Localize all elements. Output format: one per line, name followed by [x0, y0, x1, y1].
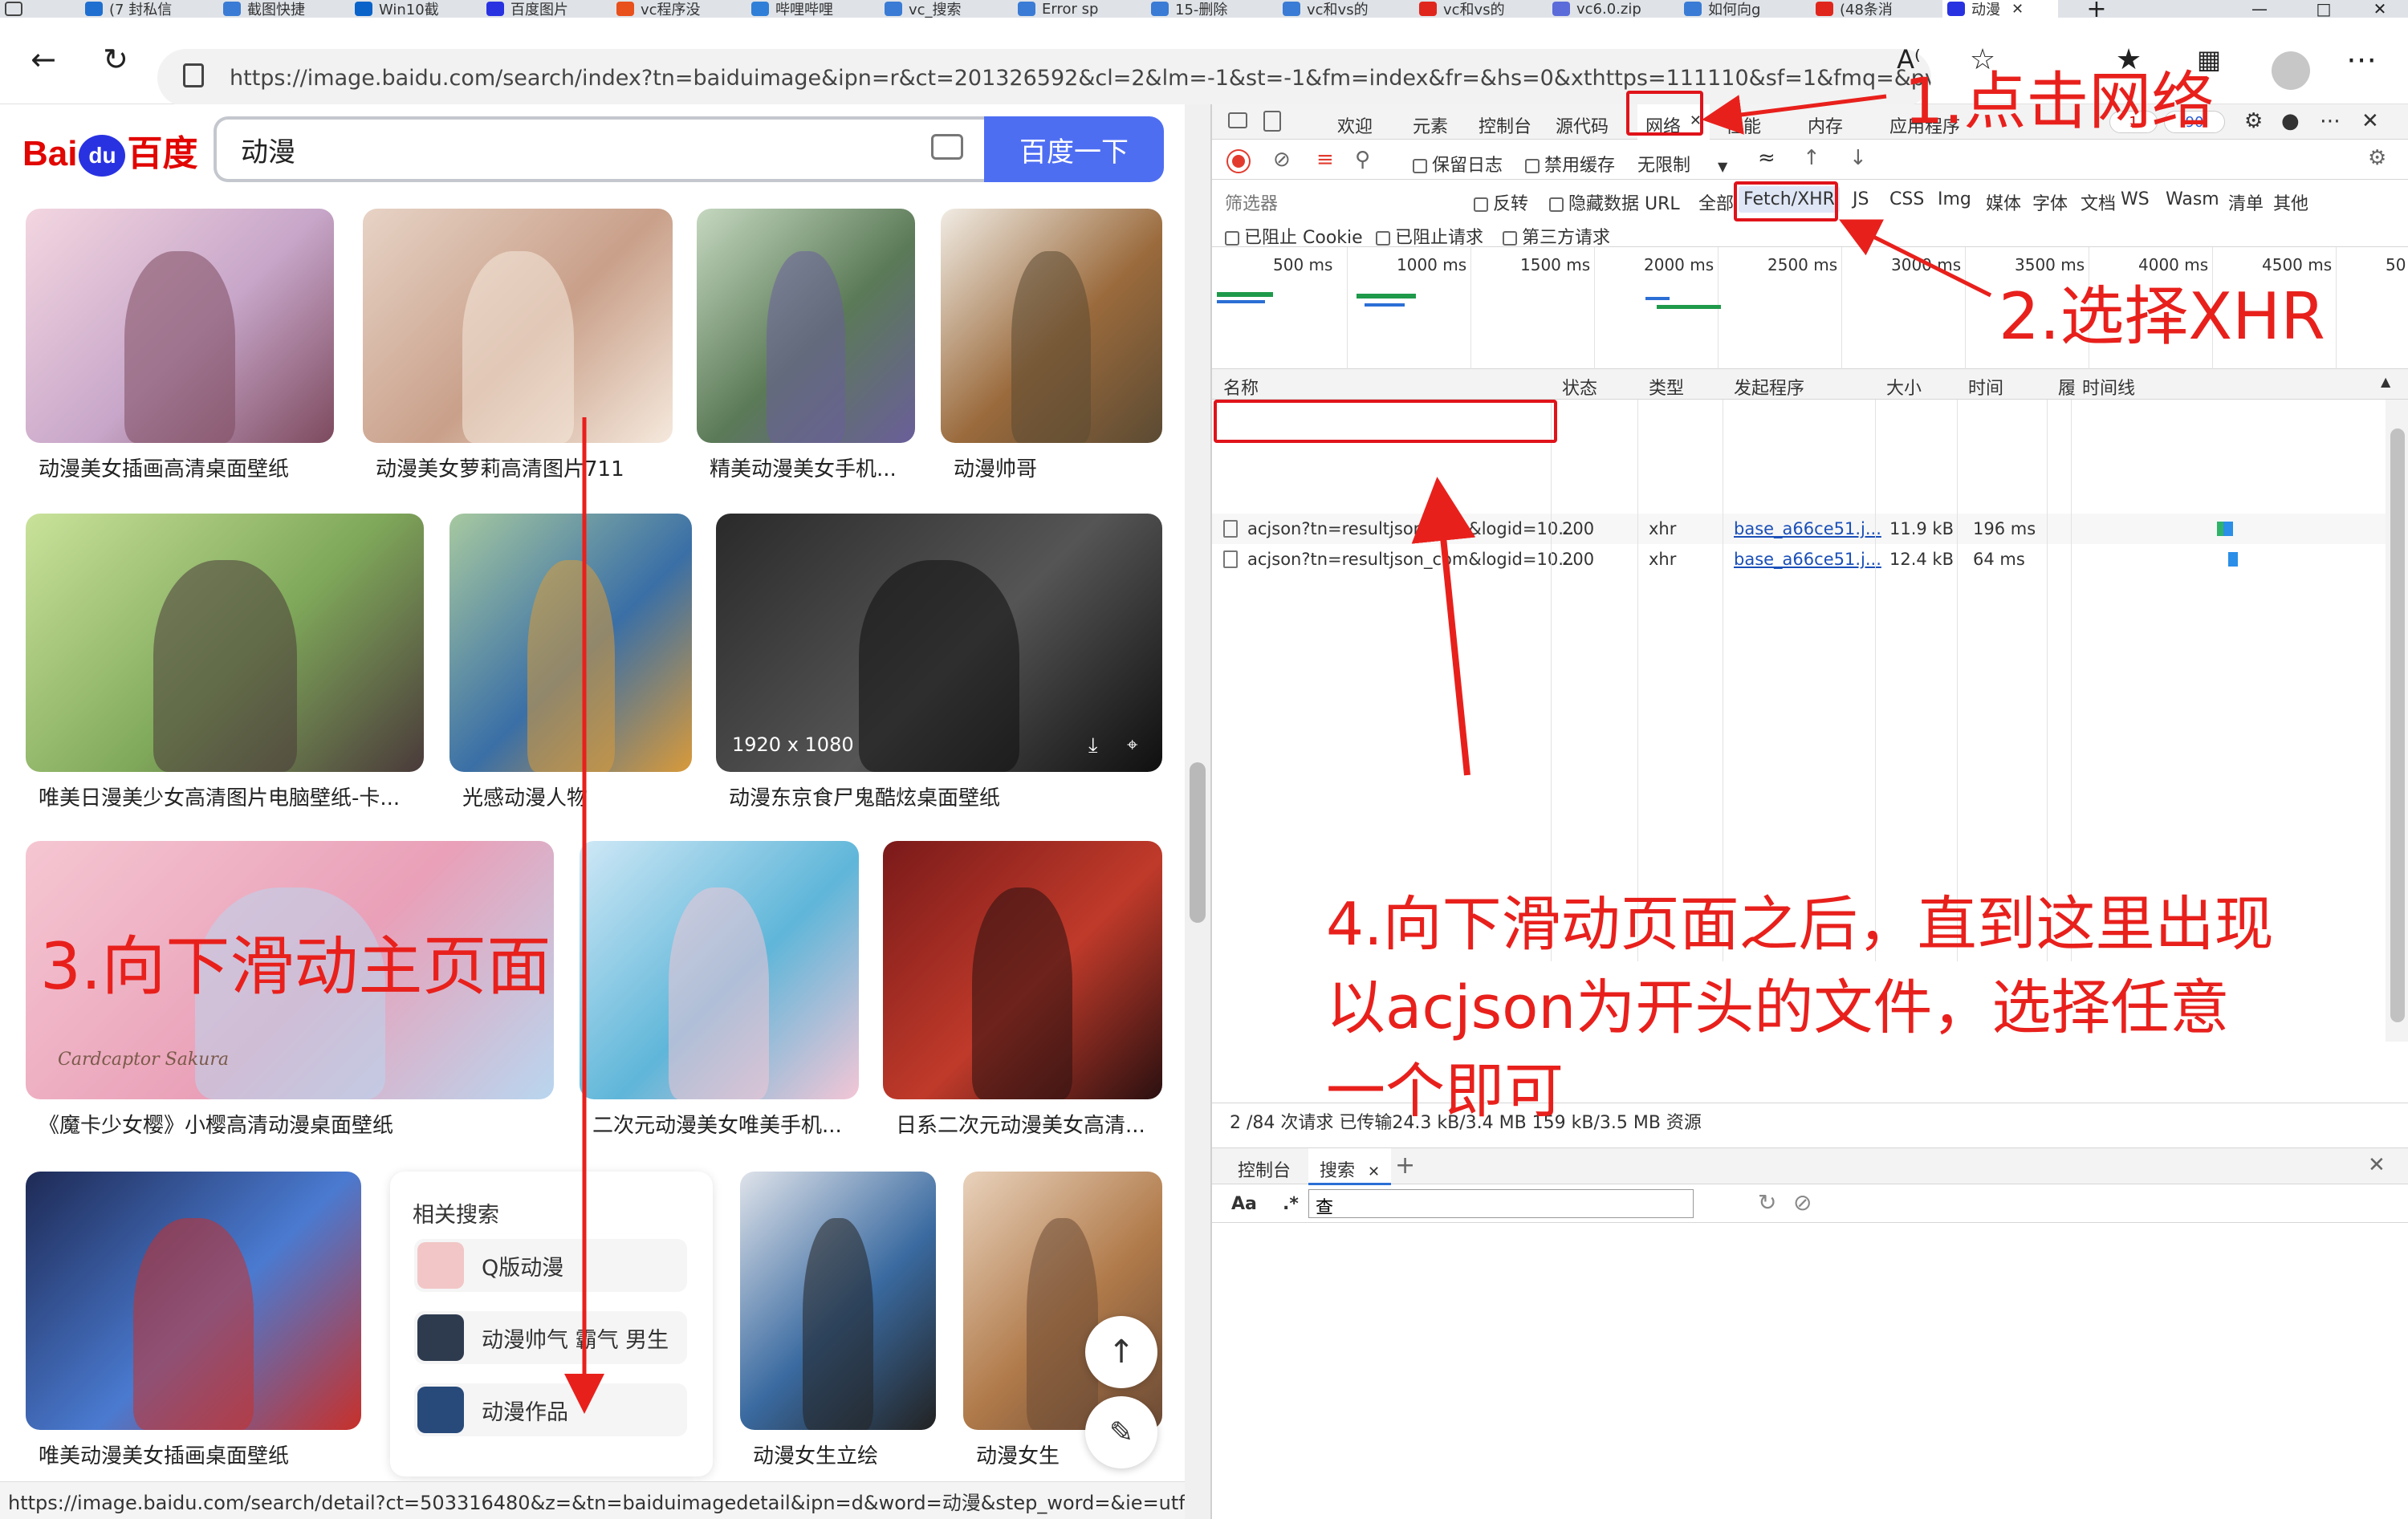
arrow-step2 — [1839, 219, 1992, 298]
annotation-step4-line2: 以acjson为开头的文件，选择任意 — [1326, 973, 2230, 1042]
screenshot-root: (7 封私信 截图快捷 Win10截 百度图片 vc程序没 哔哩哔哩 vc_搜索 Error … — [0, 0, 2408, 1519]
annotation-arrows — [564, 94, 1992, 1414]
arrow-step1 — [1702, 94, 1887, 135]
arrow-step4 — [1411, 477, 1476, 776]
annotation-step2: 2.选择XHR — [1999, 279, 2325, 354]
annotation-step3: 3.向下滑动主页面 — [40, 929, 551, 1004]
annotation-step4: 4.向下滑动页面之后，直到这里出现 以acjson为开头的文件，选择任意 一个即… — [1326, 883, 2274, 1133]
annotation-step1: 1.点击网络 — [1904, 66, 2215, 138]
annotation-step4-line3: 一个即可 — [1326, 1057, 1564, 1126]
annotation-step4-line1: 4.向下滑动页面之后，直到这里出现 — [1326, 890, 2274, 959]
